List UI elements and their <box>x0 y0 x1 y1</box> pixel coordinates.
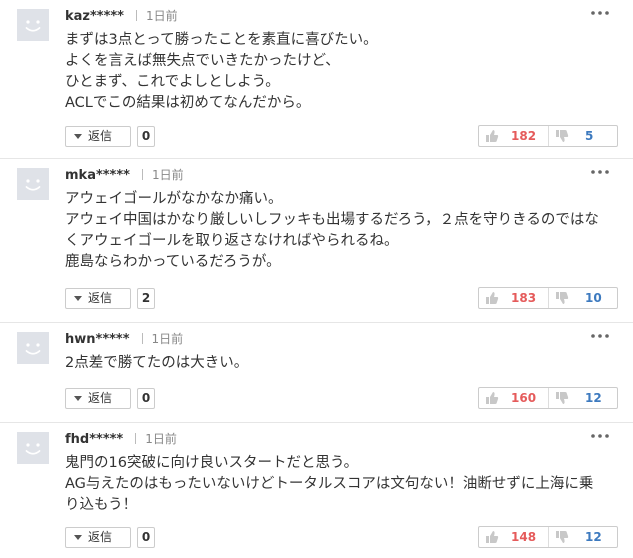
vote-box: 160 12 <box>478 387 618 409</box>
reply-button[interactable]: 返信 <box>65 288 131 309</box>
reply-label: 返信 <box>88 391 113 405</box>
thumbs-up-icon <box>486 292 499 304</box>
username[interactable]: kaz***** <box>65 9 124 24</box>
agree-count: 183 <box>511 291 537 305</box>
divider <box>135 10 137 21</box>
agree-button[interactable]: 182 <box>479 126 548 146</box>
reply-count[interactable]: 2 <box>137 288 155 309</box>
thumbs-down-icon <box>556 130 569 142</box>
agree-count: 182 <box>511 129 537 143</box>
avatar <box>17 9 49 41</box>
comment-item: mka***** 1日前 アウェイゴールがなかなか痛い。 アウェイ中国はかなり厳し… <box>0 159 633 323</box>
disagree-count: 5 <box>585 129 594 143</box>
avatar <box>17 332 49 364</box>
disagree-count: 12 <box>585 391 602 405</box>
reply-label: 返信 <box>88 291 113 305</box>
disagree-button[interactable]: 12 <box>549 388 618 408</box>
reply-button[interactable]: 返信 <box>65 126 131 147</box>
vote-box: 183 10 <box>478 287 618 309</box>
agree-button[interactable]: 148 <box>479 527 548 547</box>
disagree-button[interactable]: 5 <box>549 126 618 146</box>
smiley-face-icon <box>17 168 49 200</box>
avatar <box>17 168 49 200</box>
more-dots-icon[interactable] <box>589 6 611 20</box>
vote-box: 148 12 <box>478 526 618 548</box>
divider <box>141 333 143 344</box>
comment-text: 鬼門の16突破に向け良いスタートだと思う。 AG与えたのはもったいないけどトータ… <box>65 455 594 513</box>
vote-box: 182 5 <box>478 125 618 147</box>
timestamp: 1日前 <box>151 332 184 346</box>
caret-down-icon <box>74 296 82 301</box>
reply-label: 返信 <box>88 530 113 544</box>
reply-button[interactable]: 返信 <box>65 388 131 409</box>
reply-count[interactable]: 0 <box>137 126 155 147</box>
comment-text: 2点差で勝てたのは大きい。 <box>65 355 249 371</box>
reply-button[interactable]: 返信 <box>65 527 131 548</box>
comment-item: fhd***** 1日前 鬼門の16突破に向け良いスタートだと思う。 AG与えたの… <box>0 423 633 558</box>
caret-down-icon <box>74 396 82 401</box>
comment-list: kaz***** 1日前 まずは3点とって勝ったことを素直に喜びたい。 よくを言え… <box>0 0 633 558</box>
reply-label: 返信 <box>88 129 113 143</box>
divider <box>135 433 137 444</box>
agree-count: 148 <box>511 530 537 544</box>
caret-down-icon <box>74 134 82 139</box>
disagree-count: 12 <box>585 530 602 544</box>
comment-meta: hwn***** 1日前 <box>65 330 183 348</box>
agree-button[interactable]: 160 <box>479 388 548 408</box>
reply-count[interactable]: 0 <box>137 527 155 548</box>
more-dots-icon[interactable] <box>589 329 611 343</box>
username[interactable]: mka***** <box>65 168 130 183</box>
thumbs-down-icon <box>556 392 569 404</box>
smiley-face-icon <box>17 332 49 364</box>
username[interactable]: hwn***** <box>65 332 130 347</box>
comment-item: kaz***** 1日前 まずは3点とって勝ったことを素直に喜びたい。 よくを言え… <box>0 0 633 159</box>
comment-meta: kaz***** 1日前 <box>65 7 178 25</box>
timestamp: 1日前 <box>151 168 184 182</box>
smiley-face-icon <box>17 9 49 41</box>
divider <box>141 169 143 180</box>
thumbs-up-icon <box>486 531 499 543</box>
caret-down-icon <box>74 535 82 540</box>
avatar <box>17 432 49 464</box>
more-dots-icon[interactable] <box>589 429 611 443</box>
comment-text: まずは3点とって勝ったことを素直に喜びたい。 よくを言えば無失点でいきたかったけ… <box>65 32 378 111</box>
comment-text: アウェイゴールがなかなか痛い。 アウェイ中国はかなり厳しいしフッキも出場するだろ… <box>65 191 599 270</box>
smiley-face-icon <box>17 432 49 464</box>
disagree-button[interactable]: 10 <box>549 288 618 308</box>
thumbs-up-icon <box>486 392 499 404</box>
timestamp: 1日前 <box>145 9 178 23</box>
disagree-count: 10 <box>585 291 602 305</box>
disagree-button[interactable]: 12 <box>549 527 618 547</box>
more-dots-icon[interactable] <box>589 165 611 179</box>
timestamp: 1日前 <box>145 432 177 446</box>
comment-meta: mka***** 1日前 <box>65 166 184 184</box>
thumbs-down-icon <box>556 292 569 304</box>
thumbs-down-icon <box>556 531 569 543</box>
comment-meta: fhd***** 1日前 <box>65 430 177 448</box>
username[interactable]: fhd***** <box>65 432 123 447</box>
reply-count[interactable]: 0 <box>137 388 155 409</box>
comment-item: hwn***** 1日前 2点差で勝てたのは大きい。 返信 0 160 12 <box>0 323 633 423</box>
agree-button[interactable]: 183 <box>479 288 548 308</box>
agree-count: 160 <box>511 391 537 405</box>
thumbs-up-icon <box>486 130 499 142</box>
